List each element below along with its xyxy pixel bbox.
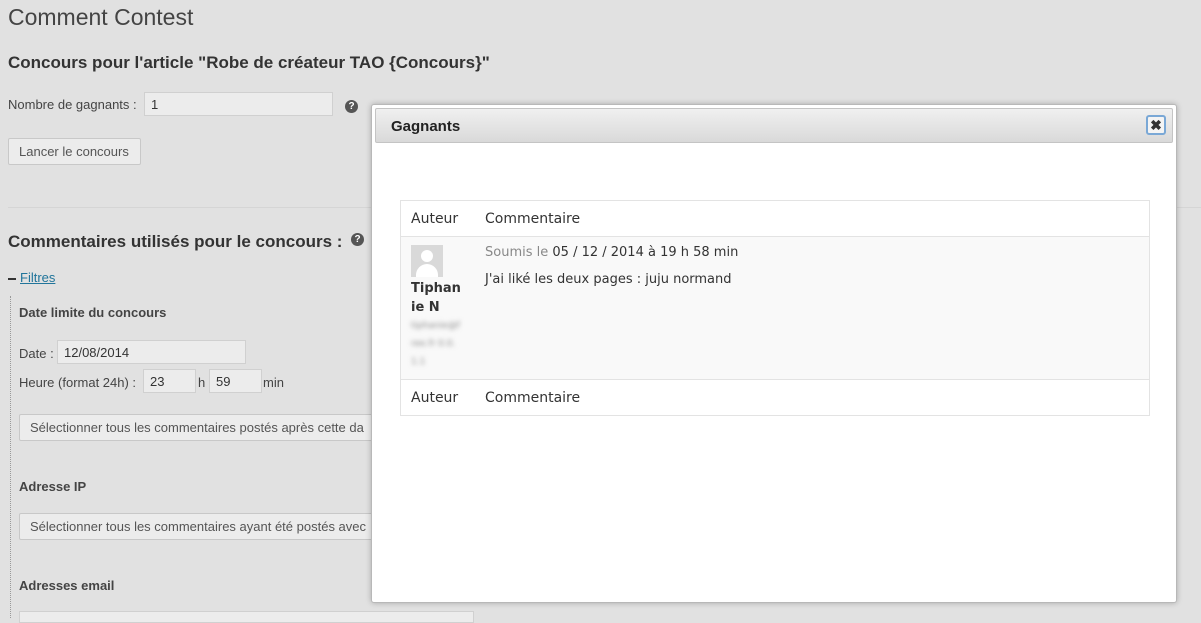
winners-count-label: Nombre de gagnants : (8, 97, 137, 112)
author-name: Tiphanie N (411, 281, 461, 315)
comments-section-title: Commentaires utilisés pour le concours : (8, 232, 343, 251)
winners-dialog: Gagnants ✖ Auteur Commentaire Tiphanie N… (371, 104, 1177, 603)
comment-text: J'ai liké les deux pages : juju normand (485, 272, 732, 287)
column-author: Auteur (411, 389, 459, 406)
contest-heading: Concours pour l'article "Robe de créateu… (8, 53, 490, 72)
close-icon: ✖ (1150, 117, 1162, 133)
minute-input[interactable] (209, 369, 262, 393)
table-row: Tiphanie N tiphanie@free.fr 0.0.1.1 Soum… (400, 236, 1150, 380)
launch-contest-button[interactable]: Lancer le concours (8, 138, 141, 165)
deadline-title: Date limite du concours (19, 305, 167, 320)
filters-toggle[interactable]: Filtres (8, 270, 55, 285)
email-textarea[interactable] (19, 611, 474, 623)
close-button[interactable]: ✖ (1146, 115, 1166, 135)
author-cell: Tiphanie N tiphanie@free.fr 0.0.1.1 (401, 237, 476, 380)
select-by-ip-button[interactable]: Sélectionner tous les commentaires ayant… (19, 513, 379, 540)
submitted-date: 05 / 12 / 2014 à 19 h 58 min (552, 245, 739, 260)
comment-cell: Soumis le 05 / 12 / 2014 à 19 h 58 min J… (475, 237, 1150, 380)
submitted-meta: Soumis le 05 / 12 / 2014 à 19 h 58 min (485, 245, 1139, 260)
column-comment: Commentaire (485, 210, 581, 227)
winners-count-input[interactable] (144, 92, 333, 116)
date-label: Date : (19, 346, 54, 361)
hour-label: Heure (format 24h) : (19, 375, 137, 390)
winners-table: Auteur Commentaire Tiphanie N tiphanie@f… (400, 200, 1150, 416)
date-input[interactable] (57, 340, 246, 364)
column-author: Auteur (411, 210, 459, 227)
page-title: Comment Contest (8, 4, 194, 30)
table-header: Auteur Commentaire (400, 200, 1150, 237)
help-icon[interactable]: ? (345, 100, 358, 113)
minute-unit: min (263, 375, 284, 390)
table-footer: Auteur Commentaire (400, 379, 1150, 416)
author-details: tiphanie@free.fr 0.0.1.1 (411, 321, 460, 367)
dialog-title: Gagnants (391, 118, 461, 135)
minus-icon (8, 277, 16, 280)
filters-border (10, 296, 11, 618)
dialog-header[interactable]: Gagnants ✖ (375, 108, 1173, 143)
help-icon[interactable]: ? (351, 233, 364, 246)
filters-link[interactable]: Filtres (20, 270, 55, 285)
column-comment: Commentaire (485, 389, 581, 406)
select-after-date-button[interactable]: Sélectionner tous les commentaires posté… (19, 414, 379, 441)
email-title: Adresses email (19, 578, 115, 593)
submitted-prefix: Soumis le (485, 245, 549, 260)
hour-input[interactable] (143, 369, 196, 393)
avatar-icon (411, 245, 443, 277)
ip-title: Adresse IP (19, 479, 87, 494)
hour-unit: h (198, 375, 206, 390)
